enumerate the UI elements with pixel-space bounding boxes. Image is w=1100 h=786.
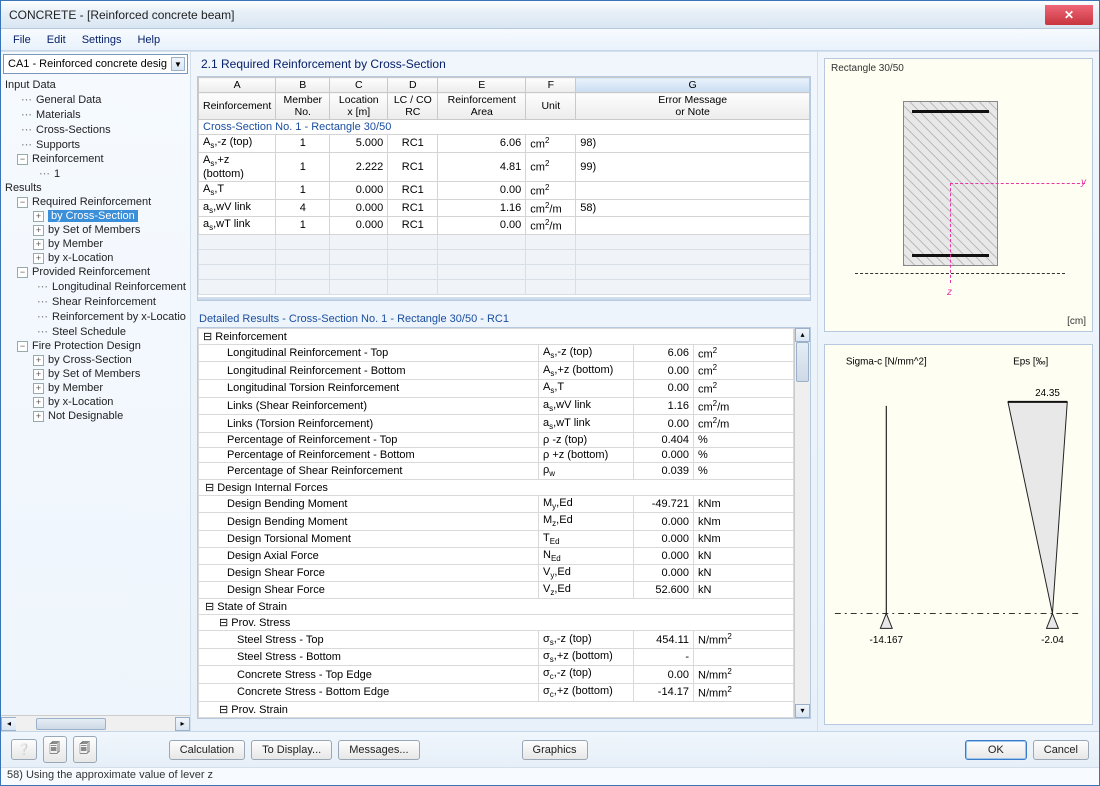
stress-strain-chart: Sigma-c [N/mm^2] Eps [‰] -14.167 24.35 -…	[824, 344, 1093, 725]
chart-title-right: Eps [‰]	[1013, 357, 1048, 368]
calculation-button[interactable]: Calculation	[169, 740, 245, 760]
details-row[interactable]: Concrete Stress - Bottom Edgeσc,+z (bott…	[199, 683, 794, 701]
table-row[interactable]: As,T10.000RC10.00cm2	[199, 181, 810, 199]
col-member-no: MemberNo.	[276, 93, 330, 120]
collapse-icon: −	[17, 154, 28, 165]
case-select[interactable]: CA1 - Reinforced concrete desig ▼	[3, 54, 188, 74]
details-row[interactable]: Design Torsional MomentTEd0.000kNm	[199, 530, 794, 547]
section-title: 2.1 Required Reinforcement by Cross-Sect…	[191, 52, 817, 76]
import-button[interactable]: 🗐	[73, 736, 97, 763]
details-table[interactable]: ⊟ Reinforcement Longitudinal Reinforceme…	[197, 327, 811, 719]
table-row[interactable]: as,wV link40.000RC11.16cm2/m58)	[199, 199, 810, 217]
graphics-button[interactable]: Graphics	[522, 740, 588, 760]
tree-hscroll[interactable]: ◂ ▸	[1, 715, 190, 731]
tree-by-cross-section[interactable]: +by Cross-Section	[5, 209, 190, 223]
menu-file[interactable]: File	[5, 32, 39, 48]
details-row[interactable]: Longitudinal Reinforcement - BottomAs,+z…	[199, 362, 794, 380]
details-row[interactable]: Design Axial ForceNEd0.000kN	[199, 547, 794, 564]
svg-text:-2.04: -2.04	[1041, 635, 1064, 646]
right-panel: Rectangle 30/50 y z [cm] Sigma-c [N/mm^2…	[817, 52, 1099, 731]
bottom-bar: ❔ 🗐 🗐 Calculation To Display... Messages…	[1, 731, 1099, 767]
center-panel: 2.1 Required Reinforcement by Cross-Sect…	[191, 52, 817, 731]
svg-text:-14.167: -14.167	[870, 635, 904, 646]
details-row[interactable]: Links (Shear Reinforcement)as,wV link1.1…	[199, 397, 794, 415]
details-row[interactable]: Design Shear ForceVz,Ed52.600kN	[199, 582, 794, 599]
help-button[interactable]: ❔	[11, 739, 37, 760]
menu-help[interactable]: Help	[129, 32, 168, 48]
titlebar: CONCRETE - [Reinforced concrete beam] ✕	[1, 1, 1099, 29]
to-display-button[interactable]: To Display...	[251, 740, 332, 760]
status-bar: 58) Using the approximate value of lever…	[1, 767, 1099, 785]
details-row[interactable]: Percentage of Reinforcement - Bottomρ +z…	[199, 448, 794, 463]
export-button[interactable]: 🗐	[43, 736, 67, 763]
col-error: Error Messageor Note	[576, 93, 810, 120]
case-select-text: CA1 - Reinforced concrete desig	[8, 58, 171, 70]
details-row[interactable]: Longitudinal Torsion ReinforcementAs,T0.…	[199, 380, 794, 398]
content-area: CA1 - Reinforced concrete desig ▼ Input …	[1, 51, 1099, 731]
details-title: Detailed Results - Cross-Section No. 1 -…	[199, 313, 809, 325]
menubar: File Edit Settings Help	[1, 29, 1099, 51]
close-button[interactable]: ✕	[1045, 5, 1093, 25]
tree-results: Results	[5, 181, 190, 195]
menu-settings[interactable]: Settings	[74, 32, 130, 48]
results-table[interactable]: ABCDEFG Reinforcement MemberNo. Location…	[197, 76, 811, 301]
table-row[interactable]: As,-z (top)15.000RC16.06cm298)	[199, 135, 810, 153]
menu-edit[interactable]: Edit	[39, 32, 74, 48]
details-row[interactable]: Design Shear ForceVy,Ed0.000kN	[199, 565, 794, 582]
details-row[interactable]: Steel Stress - Topσs,-z (top)454.11N/mm2	[199, 631, 794, 649]
tree-input-data: Input Data	[5, 78, 190, 92]
cancel-button[interactable]: Cancel	[1033, 740, 1089, 760]
col-location: Locationx [m]	[330, 93, 388, 120]
table-row[interactable]: as,wT link10.000RC10.00cm2/m	[199, 217, 810, 235]
chevron-down-icon: ▼	[171, 57, 185, 71]
col-area: ReinforcementArea	[438, 93, 526, 120]
table-row[interactable]: As,+z (bottom)12.222RC14.81cm299)	[199, 152, 810, 181]
cross-section-preview: Rectangle 30/50 y z [cm]	[824, 58, 1093, 332]
details-vscroll[interactable]: ▴ ▾	[794, 328, 810, 718]
col-unit: Unit	[526, 93, 576, 120]
col-lc-co: LC / CORC	[388, 93, 438, 120]
window-buttons: ✕	[1044, 5, 1099, 25]
chart-title-left: Sigma-c [N/mm^2]	[846, 357, 927, 368]
details-row[interactable]: Links (Torsion Reinforcement)as,wT link0…	[199, 415, 794, 433]
details-row[interactable]: Longitudinal Reinforcement - TopAs,-z (t…	[199, 344, 794, 362]
details-row[interactable]: Design Bending MomentMy,Ed-49.721kNm	[199, 496, 794, 513]
details-row[interactable]: Concrete Stress - Top Edgeσc,-z (top)0.0…	[199, 666, 794, 684]
left-panel: CA1 - Reinforced concrete desig ▼ Input …	[1, 52, 191, 731]
svg-text:24.35: 24.35	[1035, 388, 1060, 399]
messages-button[interactable]: Messages...	[338, 740, 419, 760]
details-row[interactable]: Design Bending MomentMz,Ed0.000kNm	[199, 513, 794, 530]
ok-button[interactable]: OK	[965, 740, 1027, 760]
details-row[interactable]: Percentage of Shear Reinforcementρw0.039…	[199, 463, 794, 480]
window-title: CONCRETE - [Reinforced concrete beam]	[9, 8, 1044, 22]
details-row[interactable]: Percentage of Reinforcement - Topρ -z (t…	[199, 433, 794, 448]
col-reinforcement: Reinforcement	[199, 93, 276, 120]
details-row[interactable]: Steel Stress - Bottomσs,+z (bottom)-	[199, 649, 794, 666]
nav-tree[interactable]: Input Data ⋯General Data ⋯Materials ⋯Cro…	[1, 74, 190, 715]
